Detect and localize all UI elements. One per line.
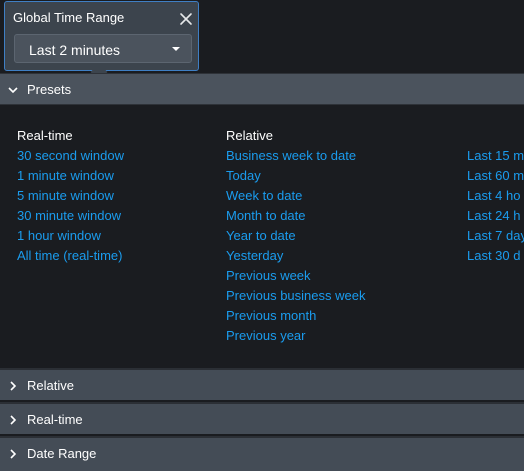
preset-link[interactable]: Previous week: [226, 268, 365, 288]
relative-presets-heading: Relative: [226, 128, 273, 143]
other-presets-heading-spacer: [467, 128, 524, 148]
other-presets-column: Last 15 m Last 60 m Last 4 ho Last 24 h …: [467, 128, 524, 268]
preset-link[interactable]: Previous year: [226, 328, 365, 348]
picker-label: Global Time Range: [13, 10, 125, 25]
preset-link[interactable]: Business week to date: [226, 148, 365, 168]
realtime-presets-heading: Real-time: [17, 128, 73, 143]
global-time-range-picker: Global Time Range Last 2 minutes: [4, 1, 199, 71]
time-range-selected-value: Last 2 minutes: [29, 42, 121, 58]
presets-section-header[interactable]: Presets: [0, 73, 524, 105]
realtime-section-header[interactable]: Real-time: [0, 402, 524, 434]
date-range-section-title: Date Range: [27, 446, 97, 461]
caret-down-icon: [172, 47, 180, 51]
preset-link[interactable]: Last 15 m: [467, 148, 524, 168]
preset-link[interactable]: Previous business week: [226, 288, 365, 308]
preset-link[interactable]: Last 4 ho: [467, 188, 524, 208]
preset-link[interactable]: 30 minute window: [17, 208, 124, 228]
preset-link[interactable]: Previous month: [226, 308, 365, 328]
date-range-section-header[interactable]: Date Range: [0, 436, 524, 471]
chevron-right-icon: [10, 449, 17, 459]
preset-link[interactable]: 30 second window: [17, 148, 124, 168]
preset-link[interactable]: Last 7 day: [467, 228, 524, 248]
relative-section-header[interactable]: Relative: [0, 368, 524, 400]
preset-link[interactable]: Last 24 h: [467, 208, 524, 228]
chevron-down-icon: [8, 87, 18, 94]
relative-section-title: Relative: [27, 378, 74, 393]
preset-link[interactable]: Week to date: [226, 188, 365, 208]
preset-link[interactable]: Yesterday: [226, 248, 365, 268]
presets-panel: Real-time 30 second window 1 minute wind…: [0, 106, 524, 368]
close-icon[interactable]: [179, 12, 193, 26]
presets-section-title: Presets: [27, 82, 72, 97]
preset-link[interactable]: Year to date: [226, 228, 365, 248]
realtime-section-title: Real-time: [27, 412, 83, 427]
preset-link[interactable]: 1 minute window: [17, 168, 124, 188]
realtime-presets-column: Real-time 30 second window 1 minute wind…: [17, 128, 124, 268]
preset-link[interactable]: 5 minute window: [17, 188, 124, 208]
preset-link[interactable]: 1 hour window: [17, 228, 124, 248]
preset-link[interactable]: Last 30 d: [467, 248, 524, 268]
time-range-dropdown[interactable]: Last 2 minutes: [14, 34, 192, 63]
preset-link[interactable]: Month to date: [226, 208, 365, 228]
preset-link[interactable]: Last 60 m: [467, 168, 524, 188]
preset-link[interactable]: All time (real-time): [17, 248, 124, 268]
relative-presets-column: Relative Business week to date Today Wee…: [226, 128, 365, 348]
chevron-right-icon: [10, 415, 17, 425]
chevron-right-icon: [10, 381, 17, 391]
preset-link[interactable]: Today: [226, 168, 365, 188]
